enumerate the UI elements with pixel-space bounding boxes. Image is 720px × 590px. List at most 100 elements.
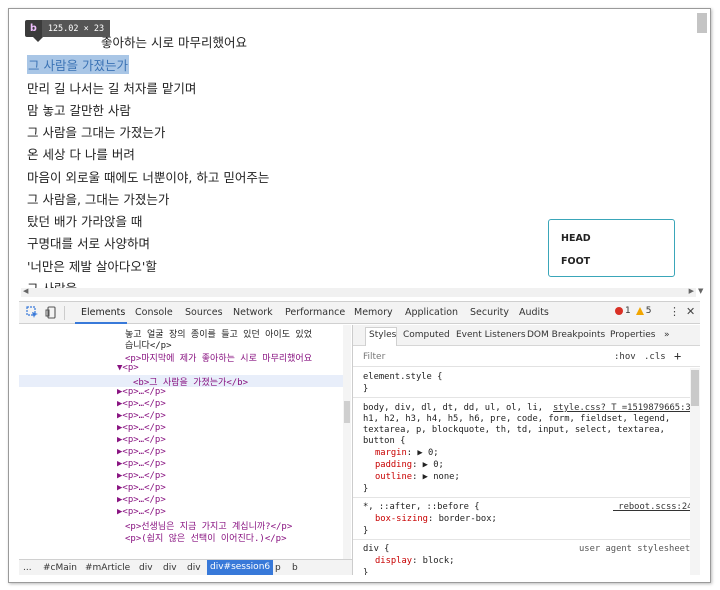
scroll-down-arrow-icon[interactable]: ▼ bbox=[698, 287, 703, 295]
subtab-styles[interactable]: Styles bbox=[369, 330, 396, 340]
rule-selector[interactable]: element.style { bbox=[363, 372, 442, 382]
dom-breadcrumb: ... #cMain #mArticle div div div div#ses… bbox=[19, 559, 352, 575]
scrollbar-thumb[interactable] bbox=[344, 401, 350, 423]
subtab-computed[interactable]: Computed bbox=[403, 330, 450, 340]
tree-node[interactable]: <p>(쉽지 않은 선택이 이어진다.)</p> bbox=[125, 531, 287, 544]
subtab-event-listeners[interactable]: Event Listeners bbox=[456, 330, 526, 340]
css-property[interactable]: padding bbox=[375, 460, 412, 470]
tab-performance[interactable]: Performance bbox=[285, 307, 345, 318]
tree-node-collapsed[interactable]: ▶<p>…</p> bbox=[117, 483, 166, 493]
crumb-cmain[interactable]: #cMain bbox=[43, 563, 77, 573]
tree-node-expanded[interactable]: ▼<p> bbox=[117, 363, 139, 373]
devtools-panel: Elements Console Sources Network Perform… bbox=[19, 301, 700, 575]
rule-selector[interactable]: h1, h2, h3, h4, h5, h6, pre, code, form,… bbox=[363, 414, 670, 424]
css-property[interactable]: margin bbox=[375, 448, 407, 458]
poem-line: 만리 길 나서는 길 처자를 맡기며 bbox=[27, 81, 197, 96]
tree-node-collapsed[interactable]: ▶<p>…</p> bbox=[117, 387, 166, 397]
scrollbar-thumb[interactable] bbox=[697, 13, 707, 33]
css-property[interactable]: display bbox=[375, 556, 412, 566]
tab-console[interactable]: Console bbox=[135, 307, 173, 318]
tree-node-collapsed[interactable]: ▶<p>…</p> bbox=[117, 411, 166, 421]
rule-selector[interactable]: button { bbox=[363, 436, 405, 446]
error-warning-counter[interactable]: 1 5 bbox=[615, 306, 651, 316]
tree-node-collapsed[interactable]: ▶<p>…</p> bbox=[117, 435, 166, 445]
rule-selector[interactable]: *, ::after, ::before { bbox=[363, 502, 480, 512]
poem-line: 마음이 외로울 때에도 너뿐이야, 하고 믿어주는 bbox=[27, 170, 270, 185]
tree-node-collapsed[interactable]: ▶<p>…</p> bbox=[117, 447, 166, 457]
crumb-ellipsis[interactable]: ... bbox=[23, 563, 32, 573]
poem-line: 그 사람을, 그대는 가졌는가 bbox=[27, 192, 170, 207]
css-property[interactable]: box-sizing bbox=[375, 514, 428, 524]
crumb-p[interactable]: p bbox=[275, 563, 281, 573]
rule-source-link[interactable]: _reboot.scss:24 bbox=[613, 502, 692, 512]
tab-security[interactable]: Security bbox=[470, 307, 509, 318]
crumb-div[interactable]: div bbox=[187, 563, 201, 573]
filter-input[interactable]: Filter bbox=[363, 352, 385, 362]
close-devtools-icon[interactable]: ✕ bbox=[686, 305, 695, 318]
elements-scrollbar[interactable] bbox=[343, 325, 351, 559]
css-property[interactable]: outline bbox=[375, 472, 412, 482]
poem-line: 그 사람을 그대는 가졌는가 bbox=[27, 125, 166, 140]
inspect-element-icon[interactable] bbox=[25, 305, 40, 320]
tree-text-line: 습니다</p> bbox=[125, 341, 172, 351]
rule-selector[interactable]: body, div, dl, dt, dd, ul, ol, li, bbox=[363, 403, 543, 413]
tab-elements[interactable]: Elements bbox=[81, 307, 125, 318]
rule-selector[interactable]: textarea, p, blockquote, th, td, input, … bbox=[363, 425, 665, 435]
rule-close: } bbox=[363, 484, 369, 494]
head-link[interactable]: HEAD bbox=[561, 233, 591, 244]
crumb-div[interactable]: div bbox=[139, 563, 153, 573]
crumb-marticle[interactable]: #mArticle bbox=[85, 563, 130, 573]
rule-source-link[interactable]: style.css?_T_=1519879665:3 bbox=[553, 403, 691, 413]
device-toggle-icon[interactable] bbox=[44, 305, 59, 320]
styles-scrollbar[interactable] bbox=[690, 368, 700, 575]
subtab-dom-breakpoints[interactable]: DOM Breakpoints bbox=[527, 330, 605, 340]
tree-node-collapsed[interactable]: ▶<p>…</p> bbox=[117, 399, 166, 409]
tree-node-collapsed[interactable]: ▶<p>…</p> bbox=[117, 459, 166, 469]
subtab-properties[interactable]: Properties bbox=[610, 330, 655, 340]
crumb-b[interactable]: b bbox=[292, 563, 298, 573]
scrollbar-thumb[interactable] bbox=[691, 370, 699, 406]
css-value[interactable]: border-box; bbox=[439, 514, 497, 524]
poem-line: '너만은 제발 살아다오'할 bbox=[27, 259, 157, 274]
css-value[interactable]: ▶ 0; bbox=[417, 448, 438, 458]
crumb-div[interactable]: div bbox=[163, 563, 177, 573]
badge-pointer bbox=[33, 37, 43, 42]
tree-node-collapsed[interactable]: ▶<p>…</p> bbox=[117, 471, 166, 481]
first-line: 좋아하는 시로 마무리했어요 bbox=[101, 35, 247, 50]
styles-pane: Styles Computed Event Listeners DOM Brea… bbox=[353, 325, 700, 575]
rule-close: } bbox=[363, 526, 369, 536]
css-value[interactable]: ▶ 0; bbox=[423, 460, 444, 470]
css-value[interactable]: ▶ none; bbox=[423, 472, 460, 482]
scroll-left-arrow-icon[interactable]: ◀ bbox=[23, 287, 28, 295]
tab-audits[interactable]: Audits bbox=[519, 307, 549, 318]
toolbar-divider bbox=[64, 306, 65, 320]
foot-link[interactable]: FOOT bbox=[561, 256, 590, 267]
tree-node-collapsed[interactable]: ▶<p>…</p> bbox=[117, 423, 166, 433]
tab-network[interactable]: Network bbox=[233, 307, 273, 318]
tab-memory[interactable]: Memory bbox=[354, 307, 393, 318]
rule-separator bbox=[353, 497, 700, 498]
crumb-session6[interactable]: div#session6 bbox=[207, 560, 274, 575]
tree-node[interactable]: <p>마지막에 제가 좋아하는 시로 마무리했어요 bbox=[125, 351, 312, 364]
tree-node-collapsed[interactable]: ▶<p>…</p> bbox=[117, 495, 166, 505]
more-options-icon[interactable]: ⋮ bbox=[669, 305, 680, 318]
rule-source-label: user agent stylesheet bbox=[579, 544, 691, 554]
devtools-toolbar: Elements Console Sources Network Perform… bbox=[19, 302, 700, 324]
screenshot-frame: 좋아하는 시로 마무리했어요 그 사람을 가졌는가 만리 길 나서는 길 처자를… bbox=[8, 8, 711, 583]
rule-separator bbox=[353, 397, 700, 398]
cls-toggle[interactable]: .cls bbox=[644, 352, 666, 362]
page-horizontal-scrollbar[interactable]: ◀ ▶ bbox=[21, 287, 696, 297]
element-inspect-badge: b 125.02 × 23 bbox=[25, 20, 111, 42]
tab-application[interactable]: Application bbox=[405, 307, 458, 318]
css-value[interactable]: block; bbox=[423, 556, 455, 566]
new-rule-button[interactable]: + bbox=[674, 349, 681, 363]
scroll-right-arrow-icon[interactable]: ▶ bbox=[689, 287, 694, 295]
page-vertical-scrollbar[interactable]: ▼ bbox=[696, 13, 708, 295]
tree-node-collapsed[interactable]: ▶<p>…</p> bbox=[117, 507, 166, 517]
hov-toggle[interactable]: :hov bbox=[614, 352, 636, 362]
tab-sources[interactable]: Sources bbox=[185, 307, 223, 318]
subtab-more-chevron-icon[interactable]: » bbox=[664, 330, 670, 340]
poem-line: 맘 놓고 갈만한 사람 bbox=[27, 103, 131, 118]
selected-line[interactable]: 그 사람을 가졌는가 bbox=[27, 55, 129, 74]
rule-selector[interactable]: div { bbox=[363, 544, 389, 554]
